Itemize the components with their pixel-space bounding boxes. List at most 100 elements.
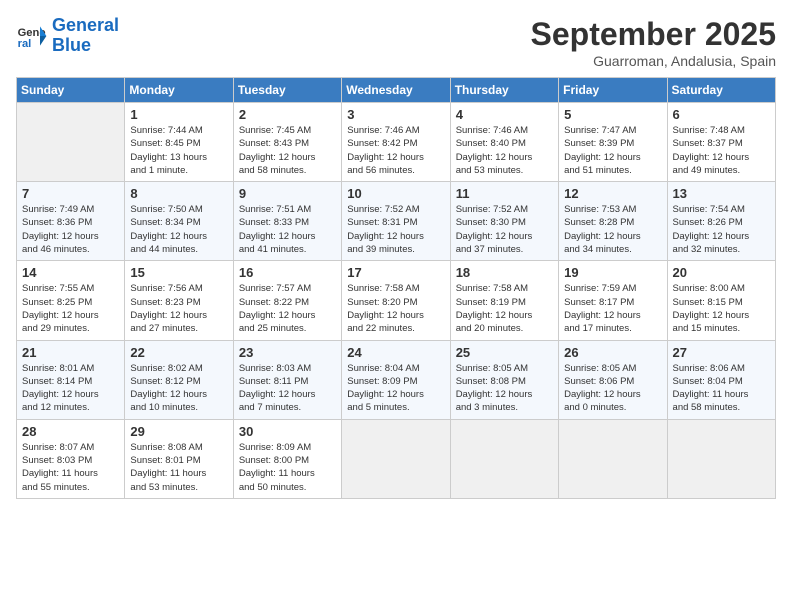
day-number: 27 <box>673 345 770 360</box>
day-info: Sunrise: 7:53 AMSunset: 8:28 PMDaylight:… <box>564 203 661 256</box>
logo: Gene ral General Blue <box>16 16 119 56</box>
weekday-header-cell: Tuesday <box>233 78 341 103</box>
calendar-cell: 25 Sunrise: 8:05 AMSunset: 8:08 PMDayligh… <box>450 340 558 419</box>
day-number: 15 <box>130 265 227 280</box>
calendar-cell: 14Sunrise: 7:55 AMSunset: 8:25 PMDayligh… <box>17 261 125 340</box>
day-number: 8 <box>130 186 227 201</box>
day-info: Sunrise: 8:05 AMSunset: 8:08 PMDaylight:… <box>456 362 553 415</box>
day-number: 22 <box>130 345 227 360</box>
calendar-cell: 27 Sunrise: 8:06 AMSunset: 8:04 PMDayligh… <box>667 340 775 419</box>
day-number: 3 <box>347 107 444 122</box>
calendar-cell: 18 Sunrise: 7:58 AMSunset: 8:19 PMDayligh… <box>450 261 558 340</box>
day-info: Sunrise: 8:01 AMSunset: 8:14 PMDaylight:… <box>22 362 119 415</box>
calendar-cell: 29Sunrise: 8:08 AMSunset: 8:01 PMDayligh… <box>125 419 233 498</box>
day-number: 11 <box>456 186 553 201</box>
calendar-week-row: 14Sunrise: 7:55 AMSunset: 8:25 PMDayligh… <box>17 261 776 340</box>
calendar-table: SundayMondayTuesdayWednesdayThursdayFrid… <box>16 77 776 499</box>
day-info: Sunrise: 7:54 AMSunset: 8:26 PMDaylight:… <box>673 203 770 256</box>
day-number: 6 <box>673 107 770 122</box>
calendar-cell: 6 Sunrise: 7:48 AMSunset: 8:37 PMDaylight… <box>667 103 775 182</box>
day-info: Sunrise: 7:58 AMSunset: 8:20 PMDaylight:… <box>347 282 444 335</box>
day-number: 5 <box>564 107 661 122</box>
calendar-cell: 3 Sunrise: 7:46 AMSunset: 8:42 PMDaylight… <box>342 103 450 182</box>
day-number: 29 <box>130 424 227 439</box>
month-title: September 2025 <box>531 16 776 53</box>
calendar-cell: 22 Sunrise: 8:02 AMSunset: 8:12 PMDayligh… <box>125 340 233 419</box>
title-block: September 2025 Guarroman, Andalusia, Spa… <box>531 16 776 69</box>
day-number: 9 <box>239 186 336 201</box>
calendar-cell: 4 Sunrise: 7:46 AMSunset: 8:40 PMDaylight… <box>450 103 558 182</box>
calendar-cell: 9 Sunrise: 7:51 AMSunset: 8:33 PMDaylight… <box>233 182 341 261</box>
calendar-cell: 17 Sunrise: 7:58 AMSunset: 8:20 PMDayligh… <box>342 261 450 340</box>
calendar-cell <box>667 419 775 498</box>
day-info: Sunrise: 7:46 AMSunset: 8:40 PMDaylight:… <box>456 124 553 177</box>
calendar-cell <box>450 419 558 498</box>
day-info: Sunrise: 7:49 AMSunset: 8:36 PMDaylight:… <box>22 203 119 256</box>
calendar-cell: 12Sunrise: 7:53 AMSunset: 8:28 PMDayligh… <box>559 182 667 261</box>
day-number: 10 <box>347 186 444 201</box>
calendar-cell: 16 Sunrise: 7:57 AMSunset: 8:22 PMDayligh… <box>233 261 341 340</box>
day-info: Sunrise: 7:57 AMSunset: 8:22 PMDaylight:… <box>239 282 336 335</box>
day-info: Sunrise: 7:59 AMSunset: 8:17 PMDaylight:… <box>564 282 661 335</box>
day-number: 4 <box>456 107 553 122</box>
location-subtitle: Guarroman, Andalusia, Spain <box>531 53 776 69</box>
calendar-week-row: 7Sunrise: 7:49 AMSunset: 8:36 PMDaylight… <box>17 182 776 261</box>
calendar-cell: 7Sunrise: 7:49 AMSunset: 8:36 PMDaylight… <box>17 182 125 261</box>
day-info: Sunrise: 7:50 AMSunset: 8:34 PMDaylight:… <box>130 203 227 256</box>
weekday-header-row: SundayMondayTuesdayWednesdayThursdayFrid… <box>17 78 776 103</box>
day-number: 25 <box>456 345 553 360</box>
day-info: Sunrise: 7:58 AMSunset: 8:19 PMDaylight:… <box>456 282 553 335</box>
weekday-header-cell: Sunday <box>17 78 125 103</box>
calendar-cell: 5 Sunrise: 7:47 AMSunset: 8:39 PMDaylight… <box>559 103 667 182</box>
calendar-cell <box>17 103 125 182</box>
weekday-header-cell: Saturday <box>667 78 775 103</box>
day-number: 18 <box>456 265 553 280</box>
day-info: Sunrise: 7:56 AMSunset: 8:23 PMDaylight:… <box>130 282 227 335</box>
day-number: 13 <box>673 186 770 201</box>
weekday-header-cell: Thursday <box>450 78 558 103</box>
weekday-header-cell: Wednesday <box>342 78 450 103</box>
calendar-cell: 13 Sunrise: 7:54 AMSunset: 8:26 PMDayligh… <box>667 182 775 261</box>
calendar-cell: 8 Sunrise: 7:50 AMSunset: 8:34 PMDaylight… <box>125 182 233 261</box>
calendar-cell: 15 Sunrise: 7:56 AMSunset: 8:23 PMDayligh… <box>125 261 233 340</box>
day-number: 30 <box>239 424 336 439</box>
logo-icon: Gene ral <box>16 20 48 52</box>
day-info: Sunrise: 7:47 AMSunset: 8:39 PMDaylight:… <box>564 124 661 177</box>
calendar-cell: 11 Sunrise: 7:52 AMSunset: 8:30 PMDayligh… <box>450 182 558 261</box>
day-info: Sunrise: 7:52 AMSunset: 8:31 PMDaylight:… <box>347 203 444 256</box>
logo-text: General Blue <box>52 16 119 56</box>
calendar-cell: 24 Sunrise: 8:04 AMSunset: 8:09 PMDayligh… <box>342 340 450 419</box>
day-info: Sunrise: 8:02 AMSunset: 8:12 PMDaylight:… <box>130 362 227 415</box>
calendar-body: 1 Sunrise: 7:44 AMSunset: 8:45 PMDaylight… <box>17 103 776 499</box>
day-number: 2 <box>239 107 336 122</box>
day-number: 1 <box>130 107 227 122</box>
day-info: Sunrise: 7:55 AMSunset: 8:25 PMDaylight:… <box>22 282 119 335</box>
day-info: Sunrise: 7:48 AMSunset: 8:37 PMDaylight:… <box>673 124 770 177</box>
calendar-week-row: 1 Sunrise: 7:44 AMSunset: 8:45 PMDaylight… <box>17 103 776 182</box>
day-info: Sunrise: 8:05 AMSunset: 8:06 PMDaylight:… <box>564 362 661 415</box>
calendar-week-row: 21Sunrise: 8:01 AMSunset: 8:14 PMDayligh… <box>17 340 776 419</box>
calendar-cell: 26Sunrise: 8:05 AMSunset: 8:06 PMDayligh… <box>559 340 667 419</box>
day-number: 17 <box>347 265 444 280</box>
day-info: Sunrise: 8:03 AMSunset: 8:11 PMDaylight:… <box>239 362 336 415</box>
day-info: Sunrise: 7:52 AMSunset: 8:30 PMDaylight:… <box>456 203 553 256</box>
day-info: Sunrise: 7:46 AMSunset: 8:42 PMDaylight:… <box>347 124 444 177</box>
day-info: Sunrise: 8:04 AMSunset: 8:09 PMDaylight:… <box>347 362 444 415</box>
day-number: 20 <box>673 265 770 280</box>
day-number: 24 <box>347 345 444 360</box>
day-info: Sunrise: 8:00 AMSunset: 8:15 PMDaylight:… <box>673 282 770 335</box>
calendar-cell: 28 Sunrise: 8:07 AMSunset: 8:03 PMDayligh… <box>17 419 125 498</box>
calendar-cell: 2 Sunrise: 7:45 AMSunset: 8:43 PMDaylight… <box>233 103 341 182</box>
day-info: Sunrise: 8:07 AMSunset: 8:03 PMDaylight:… <box>22 441 119 494</box>
day-info: Sunrise: 7:45 AMSunset: 8:43 PMDaylight:… <box>239 124 336 177</box>
calendar-cell: 20 Sunrise: 8:00 AMSunset: 8:15 PMDayligh… <box>667 261 775 340</box>
calendar-cell: 30Sunrise: 8:09 AMSunset: 8:00 PMDayligh… <box>233 419 341 498</box>
day-number: 16 <box>239 265 336 280</box>
day-info: Sunrise: 7:51 AMSunset: 8:33 PMDaylight:… <box>239 203 336 256</box>
day-info: Sunrise: 8:06 AMSunset: 8:04 PMDaylight:… <box>673 362 770 415</box>
day-info: Sunrise: 7:44 AMSunset: 8:45 PMDaylight:… <box>130 124 227 177</box>
calendar-cell: 19Sunrise: 7:59 AMSunset: 8:17 PMDayligh… <box>559 261 667 340</box>
day-number: 28 <box>22 424 119 439</box>
calendar-cell: 1 Sunrise: 7:44 AMSunset: 8:45 PMDaylight… <box>125 103 233 182</box>
day-number: 23 <box>239 345 336 360</box>
